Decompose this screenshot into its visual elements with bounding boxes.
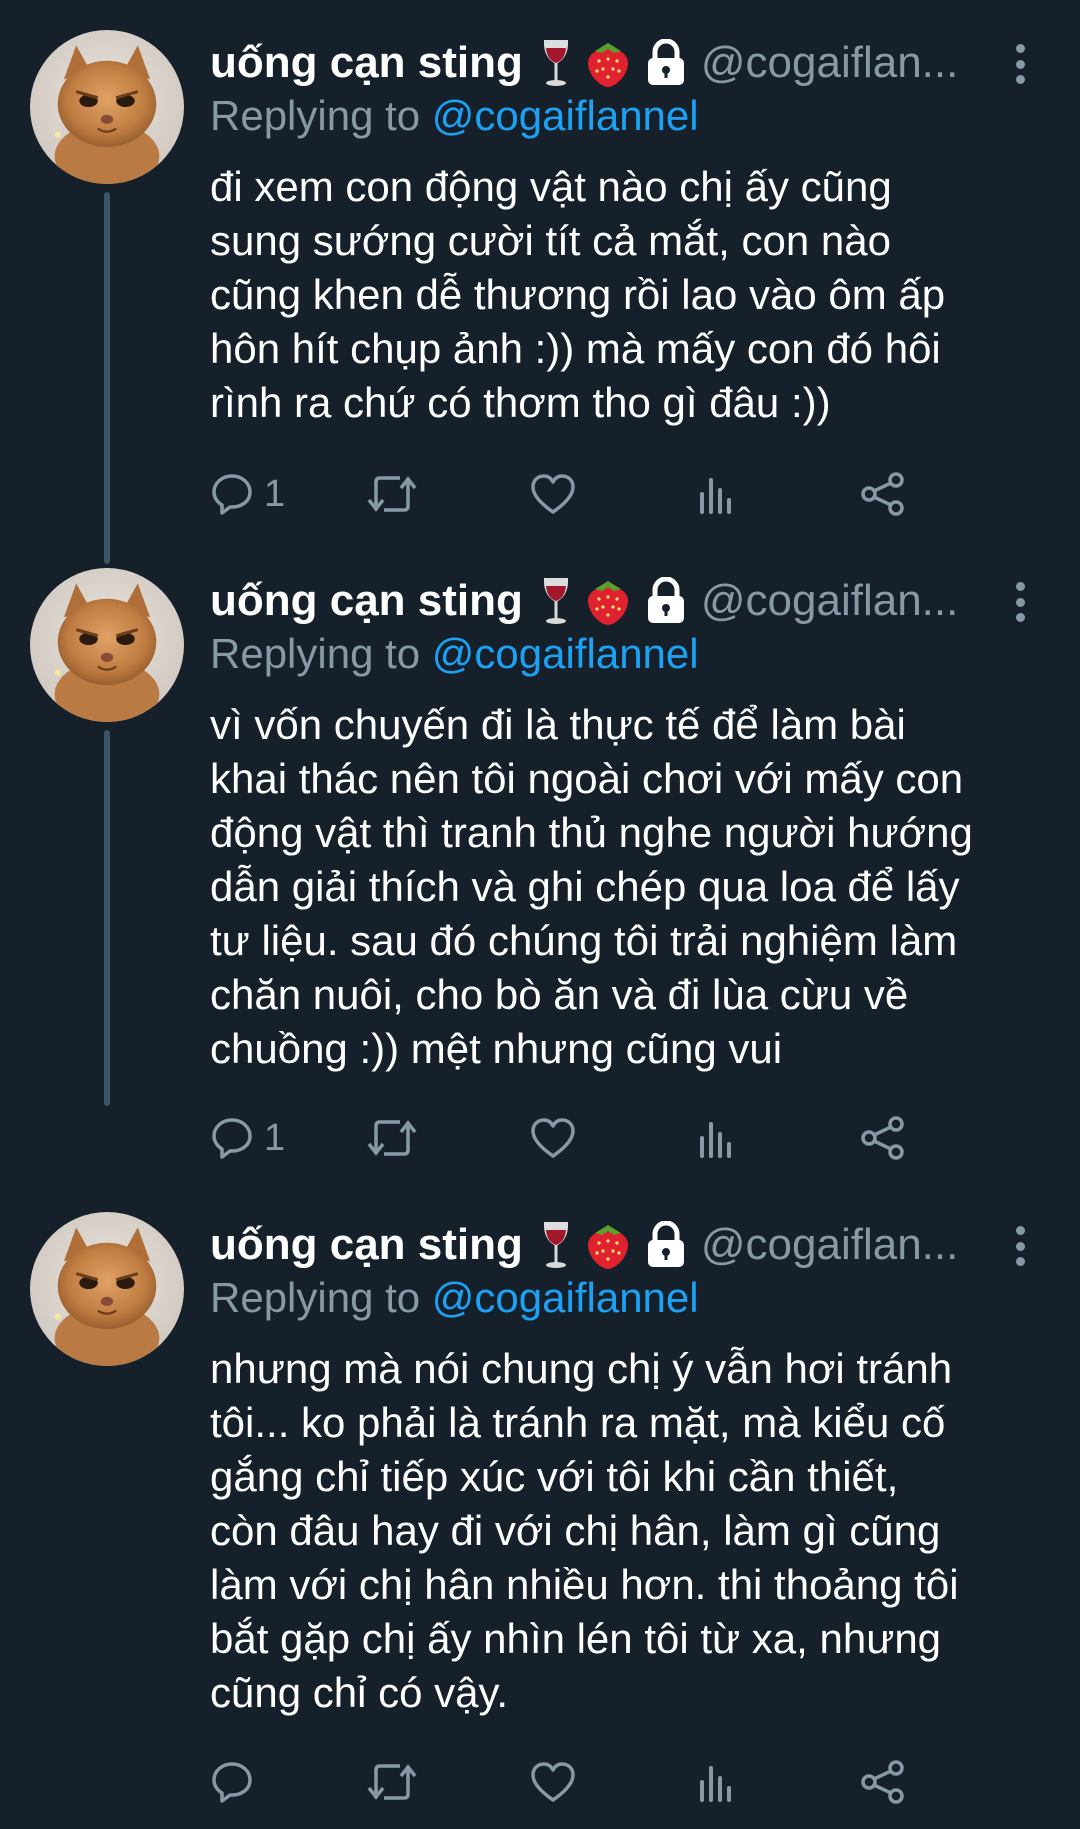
tweet-text-line: động vật thì tranh thủ nghe người hướng: [210, 809, 973, 856]
analytics-icon: [700, 1766, 731, 1802]
tweet-1[interactable]: uống cạn sting @cogaiflan... Replying to…: [0, 0, 1080, 564]
tweet-text: nhưng mà nói chung chị ý vẫn hơi tránh t…: [210, 1342, 1050, 1720]
reply-icon: [212, 474, 252, 515]
share-button[interactable]: [860, 1752, 906, 1812]
cat-avatar-icon: [30, 1212, 184, 1366]
avatar[interactable]: [30, 30, 184, 184]
analytics-icon: [700, 478, 731, 514]
retweet-icon: [367, 476, 417, 512]
mention-link[interactable]: @cogaiflannel: [432, 630, 699, 677]
tweet-text-line: cũng chỉ có vậy.: [210, 1669, 509, 1716]
tweet-text-line: rình ra chứ có thơm tho gì đâu :)): [210, 379, 831, 426]
reply-button[interactable]: 1: [210, 464, 285, 524]
analytics-button[interactable]: [696, 1108, 736, 1168]
replying-to: Replying to @cogaiflannel: [210, 630, 699, 678]
wine-glass-icon: [541, 38, 571, 88]
mention-link[interactable]: @cogaiflannel: [432, 1274, 699, 1321]
replying-to-label: Replying to: [210, 1274, 432, 1321]
tweet-actions: 1: [210, 464, 1050, 524]
thread-connector-line: [104, 730, 110, 1106]
retweet-icon: [367, 1120, 417, 1156]
lock-icon: [645, 577, 687, 625]
analytics-button[interactable]: [696, 1752, 736, 1812]
lock-icon: [645, 1221, 687, 1269]
tweet-text-line: chăn nuôi, cho bò ăn và đi lùa cừu về: [210, 971, 909, 1018]
like-icon: [531, 1118, 575, 1158]
more-options-icon[interactable]: [1010, 44, 1030, 84]
like-button[interactable]: [530, 1108, 576, 1168]
analytics-button[interactable]: [696, 464, 736, 524]
more-options-icon[interactable]: [1010, 1226, 1030, 1266]
retweet-button[interactable]: [366, 1108, 418, 1168]
avatar[interactable]: [30, 1212, 184, 1366]
like-icon: [531, 474, 575, 514]
analytics-icon: [700, 1122, 731, 1158]
like-button[interactable]: [530, 464, 576, 524]
share-button[interactable]: [860, 464, 906, 524]
tweet-text-line: khai thác nên tôi ngoài chơi với mấy con: [210, 755, 964, 802]
tweet-text-line: chuồng :)) mệt nhưng cũng vui: [210, 1025, 783, 1072]
tweet-text-line: làm với chị hân nhiều hơn. thi thoảng tô…: [210, 1561, 959, 1608]
reply-count: 1: [264, 1116, 286, 1159]
share-icon: [861, 472, 904, 516]
user-handle[interactable]: @cogaiflan...: [701, 1220, 958, 1270]
retweet-icon: [367, 1764, 417, 1800]
tweet-3[interactable]: uống cạn sting @cogaiflan... Replying to…: [0, 1182, 1080, 1829]
reply-button[interactable]: 1: [210, 1108, 285, 1168]
reply-icon: [212, 1118, 252, 1159]
tweet-text-line: còn đâu hay đi với chị hân, làm gì cũng: [210, 1507, 941, 1554]
tweet-text-line: sung sướng cười tít cả mắt, con nào: [210, 217, 891, 264]
strawberry-icon: [583, 575, 633, 627]
tweet-thread: uống cạn sting @cogaiflan... Replying to…: [0, 0, 1080, 1829]
share-icon: [861, 1116, 904, 1160]
retweet-button[interactable]: [366, 1752, 418, 1812]
reply-button[interactable]: [210, 1752, 264, 1812]
tweet-text-line: tư liệu. sau đó chúng tôi trải nghiệm là…: [210, 917, 958, 964]
display-name[interactable]: uống cạn sting: [210, 1220, 523, 1270]
thread-connector-line: [104, 192, 110, 564]
wine-glass-icon: [541, 576, 571, 626]
tweet-text-line: dẫn giải thích và ghi chép qua loa để lấ…: [210, 863, 960, 910]
replying-to-label: Replying to: [210, 92, 432, 139]
tweet-header: uống cạn sting @cogaiflan...: [210, 1216, 1050, 1274]
retweet-button[interactable]: [366, 464, 418, 524]
tweet-text-line: đi xem con động vật nào chị ấy cũng: [210, 163, 892, 210]
tweet-text: vì vốn chuyến đi là thực tế để làm bài k…: [210, 698, 1050, 1076]
replying-to-label: Replying to: [210, 630, 432, 677]
reply-icon: [212, 1762, 252, 1803]
cat-avatar-icon: [30, 568, 184, 722]
avatar[interactable]: [30, 568, 184, 722]
wine-glass-icon: [541, 1220, 571, 1270]
user-handle[interactable]: @cogaiflan...: [701, 576, 958, 626]
strawberry-icon: [583, 37, 633, 89]
tweet-text-line: nhưng mà nói chung chị ý vẫn hơi tránh: [210, 1345, 953, 1392]
user-handle[interactable]: @cogaiflan...: [701, 38, 958, 88]
tweet-text-line: hôn hít chụp ảnh :)) mà mấy con đó hôi: [210, 325, 941, 372]
tweet-text-line: bắt gặp chị ấy nhìn lén tôi từ xa, nhưng: [210, 1615, 942, 1662]
share-button[interactable]: [860, 1108, 906, 1168]
lock-icon: [645, 39, 687, 87]
tweet-actions: [210, 1752, 1050, 1812]
like-button[interactable]: [530, 1752, 576, 1812]
display-name[interactable]: uống cạn sting: [210, 576, 523, 626]
tweet-text-line: tôi... ko phải là tránh ra mặt, mà kiểu …: [210, 1399, 946, 1446]
replying-to: Replying to @cogaiflannel: [210, 1274, 699, 1322]
more-options-icon[interactable]: [1010, 582, 1030, 622]
tweet-actions: 1: [210, 1108, 1050, 1168]
tweet-text-line: vì vốn chuyến đi là thực tế để làm bài: [210, 701, 906, 748]
replying-to: Replying to @cogaiflannel: [210, 92, 699, 140]
tweet-header: uống cạn sting @cogaiflan...: [210, 572, 1050, 630]
tweet-header: uống cạn sting @cogaiflan...: [210, 34, 1050, 92]
reply-count: 1: [264, 472, 286, 515]
tweet-text-line: cũng khen dễ thương rồi lao vào ôm ấp: [210, 271, 946, 318]
share-icon: [861, 1760, 904, 1804]
mention-link[interactable]: @cogaiflannel: [432, 92, 699, 139]
display-name[interactable]: uống cạn sting: [210, 38, 523, 88]
strawberry-icon: [583, 1219, 633, 1271]
cat-avatar-icon: [30, 30, 184, 184]
tweet-2[interactable]: uống cạn sting @cogaiflan... Replying to…: [0, 538, 1080, 1160]
tweet-text-line: gắng chỉ tiếp xúc với tôi khi cần thiết,: [210, 1453, 899, 1500]
like-icon: [531, 1762, 575, 1802]
tweet-text: đi xem con động vật nào chị ấy cũng sung…: [210, 160, 1050, 430]
